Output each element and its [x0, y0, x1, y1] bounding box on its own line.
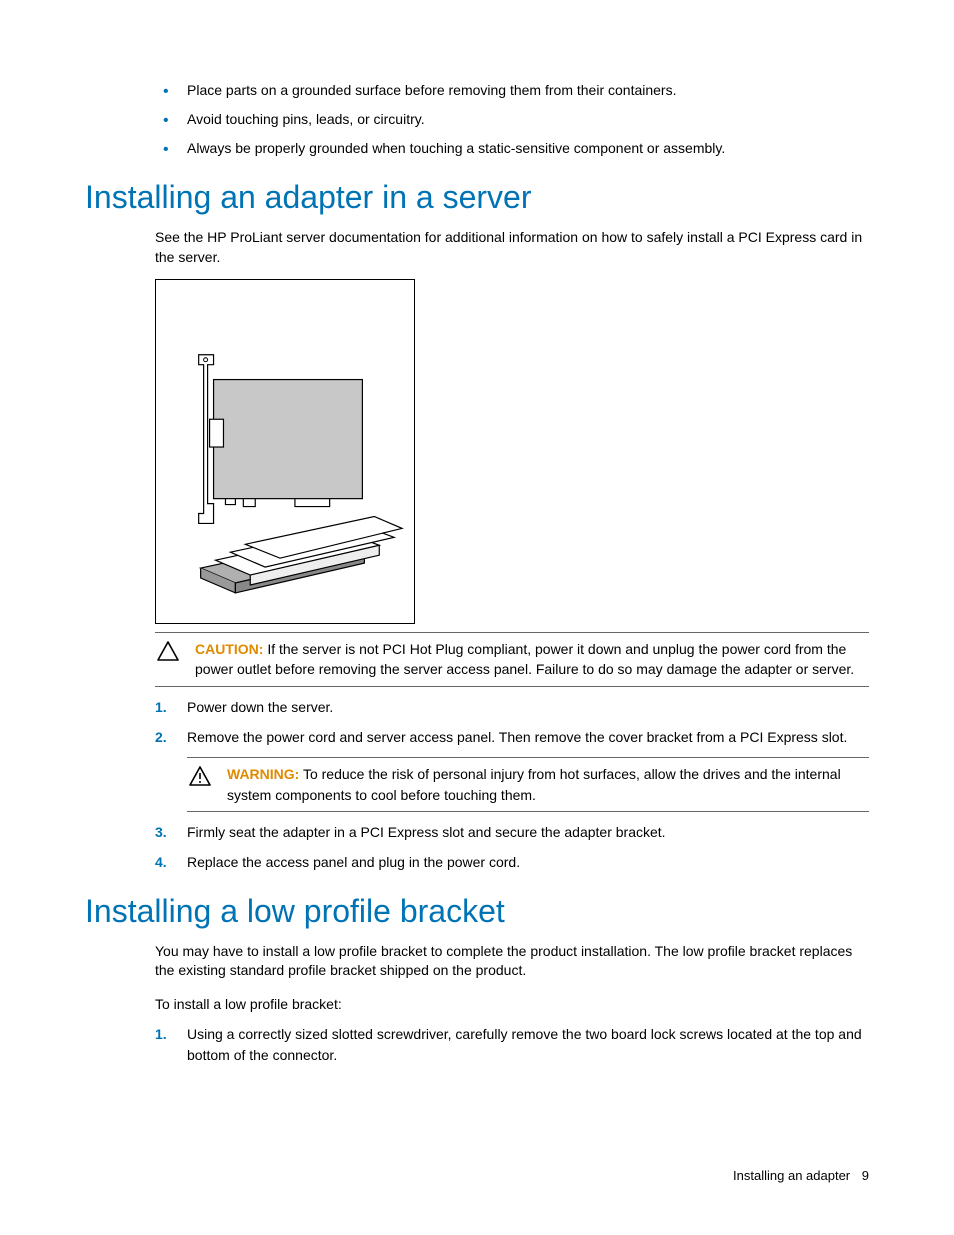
- list-item: Always be properly grounded when touchin…: [155, 138, 869, 159]
- section2-para2: To install a low profile bracket:: [155, 995, 869, 1015]
- warning-alert: WARNING: To reduce the risk of personal …: [187, 757, 869, 812]
- caution-label: CAUTION:: [195, 641, 263, 657]
- footer-title: Installing an adapter: [733, 1168, 850, 1183]
- warning-icon: [187, 764, 213, 805]
- caution-alert: CAUTION: If the server is not PCI Hot Pl…: [155, 632, 869, 687]
- list-item: Replace the access panel and plug in the…: [155, 852, 869, 872]
- section2-steps: Using a correctly sized slotted screwdri…: [155, 1024, 869, 1065]
- heading-low-profile-bracket: Installing a low profile bracket: [85, 893, 869, 930]
- pci-card-illustration-icon: [156, 279, 414, 624]
- section2-para1: You may have to install a low profile br…: [155, 942, 869, 981]
- page-footer: Installing an adapter 9: [733, 1168, 869, 1183]
- caution-icon: [155, 639, 181, 680]
- warning-label: WARNING:: [227, 766, 299, 782]
- list-item: Firmly seat the adapter in a PCI Express…: [155, 822, 869, 842]
- list-item: Avoid touching pins, leads, or circuitry…: [155, 109, 869, 130]
- caution-text: If the server is not PCI Hot Plug compli…: [195, 641, 854, 677]
- list-item: Remove the power cord and server access …: [155, 727, 869, 812]
- list-item: Using a correctly sized slotted screwdri…: [155, 1024, 869, 1065]
- list-item: Power down the server.: [155, 697, 869, 717]
- step-text: Remove the power cord and server access …: [187, 729, 847, 745]
- pre-bullet-list: Place parts on a grounded surface before…: [155, 80, 869, 159]
- adapter-install-figure: [155, 279, 415, 624]
- section1-intro: See the HP ProLiant server documentation…: [155, 228, 869, 267]
- footer-page-number: 9: [862, 1168, 869, 1183]
- list-item: Place parts on a grounded surface before…: [155, 80, 869, 101]
- warning-text: To reduce the risk of personal injury fr…: [227, 766, 841, 802]
- heading-installing-adapter: Installing an adapter in a server: [85, 179, 869, 216]
- section1-steps: Power down the server. Remove the power …: [155, 697, 869, 873]
